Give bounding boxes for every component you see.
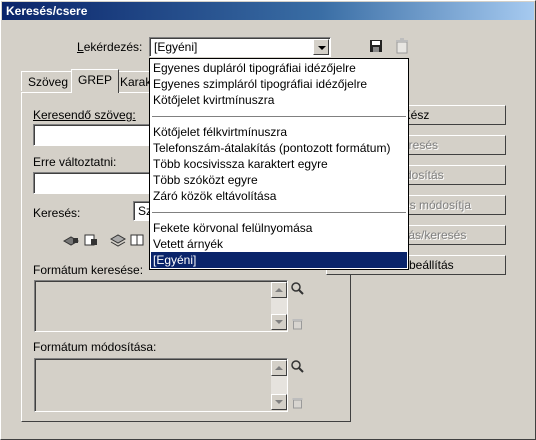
change-input[interactable]: [33, 172, 151, 194]
scroll-up-icon[interactable]: [271, 282, 287, 298]
format-search-label: Formátum keresése:: [33, 263, 144, 277]
query-option[interactable]: Több szóközt egyre: [151, 172, 407, 188]
lock-master-icon[interactable]: [84, 233, 98, 247]
query-option[interactable]: Több kocsivissza karaktert egyre: [151, 156, 407, 172]
dropdown-separator: [152, 116, 406, 117]
tab-text[interactable]: Szöveg: [21, 71, 76, 91]
find-input[interactable]: [33, 124, 151, 146]
format-search-scrollbar[interactable]: [271, 282, 287, 330]
title-bar: Keresés/csere: [2, 2, 534, 20]
floppy-disk-icon[interactable]: [369, 39, 383, 53]
lock-layers-icon[interactable]: [63, 233, 79, 247]
change-label: Erre változtatni:: [33, 155, 117, 169]
stacked-layers-icon[interactable]: [110, 233, 126, 247]
trash-can-icon[interactable]: [395, 38, 409, 54]
query-label: Lekérdezés:: [77, 40, 143, 54]
find-label: Keresendő szöveg:: [33, 108, 136, 122]
query-option[interactable]: Egyenes szimpláról tipográfiai idézőjelr…: [151, 76, 407, 92]
scroll-down-icon[interactable]: [271, 314, 287, 330]
query-option[interactable]: Fekete körvonal felülnyomása: [151, 220, 407, 236]
format-change-scrollbar[interactable]: [271, 360, 287, 410]
query-option[interactable]: Záró közök eltávolítása: [151, 188, 407, 204]
format-search-magnify-icon[interactable]: [291, 282, 305, 296]
query-option[interactable]: Vetett árnyék: [151, 236, 407, 252]
book-icon[interactable]: [129, 233, 145, 247]
find-change-dialog: Keresés/csere Lekérdezés: [Egyéni] Szöve…: [0, 0, 536, 440]
query-option[interactable]: Egyenes dupláról tipográfiai idézőjelre: [151, 60, 407, 76]
chevron-down-icon[interactable]: [313, 39, 329, 55]
scroll-up-icon[interactable]: [271, 360, 287, 376]
format-search-trash-icon[interactable]: [292, 318, 303, 330]
format-change-trash-icon[interactable]: [292, 397, 303, 409]
window-title: Keresés/csere: [6, 4, 88, 18]
tab-grep[interactable]: GREP: [71, 69, 120, 93]
format-search-box: [34, 280, 288, 332]
query-dropdown-list: Egyenes dupláról tipográfiai idézőjelre …: [149, 58, 409, 270]
scroll-down-icon[interactable]: [271, 394, 287, 410]
query-option[interactable]: Kötőjelet félkvirtmínuszra: [151, 124, 407, 140]
search-scope-label: Keresés:: [33, 206, 81, 220]
format-change-magnify-icon[interactable]: [291, 360, 305, 374]
query-option[interactable]: Kötőjelet kvirtmínuszra: [151, 92, 407, 108]
query-select[interactable]: [Egyéni]: [149, 37, 331, 57]
query-option[interactable]: Telefonszám-átalakítás (pontozott formát…: [151, 140, 407, 156]
query-select-value: [Egyéni]: [154, 40, 198, 54]
format-change-label: Formátum módosítása:: [33, 340, 157, 354]
dropdown-separator: [152, 212, 406, 213]
format-change-box: [34, 358, 288, 412]
query-option-selected[interactable]: [Egyéni]: [151, 252, 407, 268]
